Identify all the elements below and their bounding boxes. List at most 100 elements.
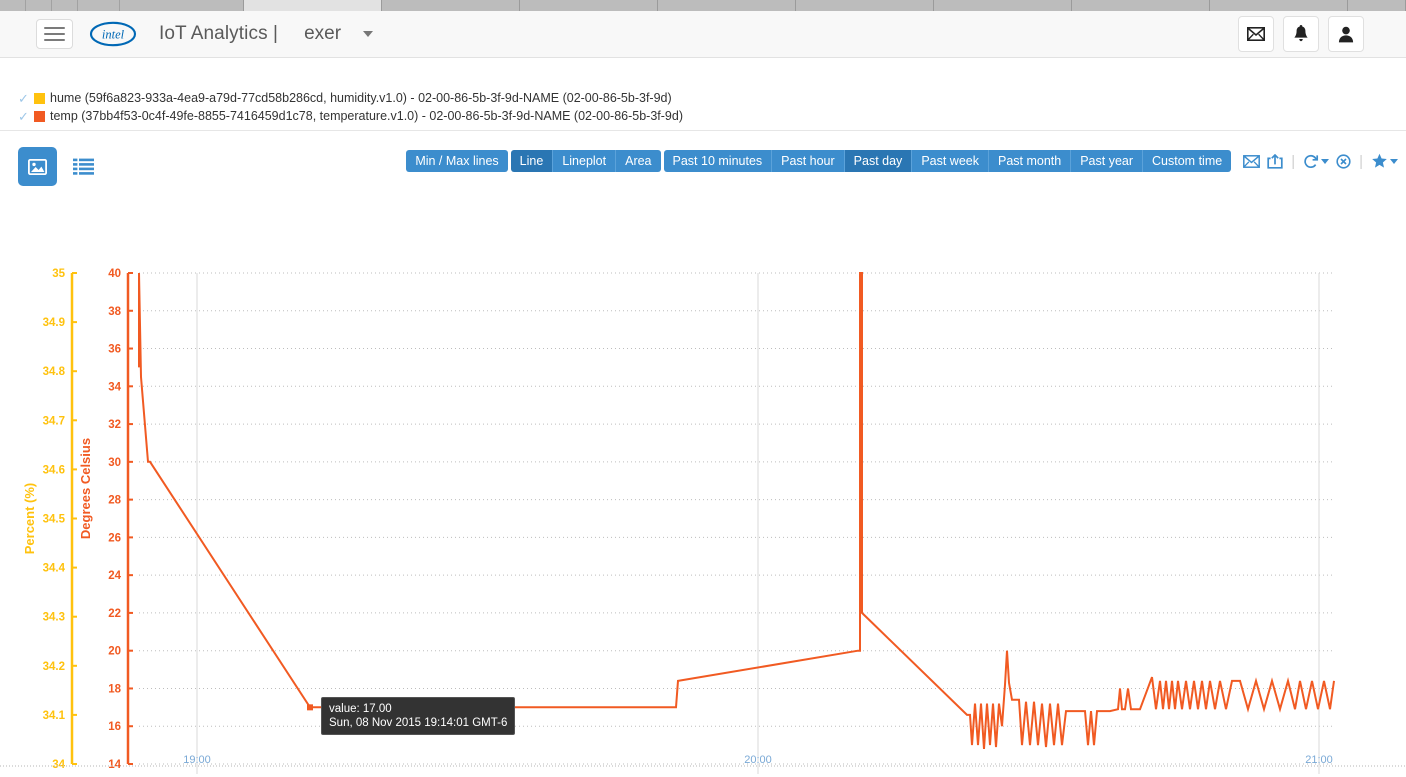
time-range-past-week[interactable]: Past week: [912, 150, 989, 172]
humidity-tick-label: 34.4: [43, 563, 66, 575]
hamburger-bar: [44, 27, 65, 29]
temperature-tick-label: 14: [108, 759, 121, 771]
time-series-chart[interactable]: 35 34.9 34.8 34.7 34.6 34.5 34.4 34.3 34.2 34.1 34…: [0, 201, 1406, 777]
temperature-series-line[interactable]: [138, 272, 1335, 749]
plot-type-line[interactable]: Line: [510, 150, 554, 172]
temperature-tick-label: 40: [108, 268, 121, 280]
temperature-tick-label: 20: [108, 646, 121, 658]
view-mode-group: [18, 147, 99, 186]
humidity-tick-label: 34.3: [43, 612, 65, 624]
time-range-custom-time[interactable]: Custom time: [1143, 150, 1232, 172]
time-range-past-year[interactable]: Past year: [1071, 150, 1144, 172]
temperature-tick-label: 38: [108, 306, 121, 318]
browser-tab[interactable]: [796, 0, 934, 11]
chart-toolbar: Min / Max lines Line Lineplot Area Past 10…: [0, 131, 1406, 201]
time-range-past-hour[interactable]: Past hour: [772, 150, 845, 172]
legend-series-row[interactable]: ✓ temp (37bb4f53-0c4f-49fe-8855-7416459d1…: [18, 107, 1406, 125]
x-axis-tick-label: 21:00: [1305, 754, 1333, 766]
toolbar-divider: |: [1359, 152, 1363, 170]
chart-container[interactable]: 35 34.9 34.8 34.7 34.6 34.5 34.4 34.3 34.2 34.1 34…: [0, 201, 1406, 777]
humidity-tick-label: 34.6: [43, 464, 65, 476]
browser-tab[interactable]: [1072, 0, 1210, 11]
tooltip-time: Sun, 08 Nov 2015 19:14:01 GMT-6: [329, 717, 508, 729]
temperature-tick-label: 36: [108, 344, 121, 356]
browser-tab-strip: [0, 0, 1406, 11]
stop-refresh-icon[interactable]: [1336, 153, 1351, 169]
x-axis-tick-label: 20:00: [744, 754, 772, 766]
humidity-tick-label: 34.1: [43, 710, 66, 722]
notifications-icon[interactable]: [1283, 16, 1319, 52]
user-account-icon[interactable]: [1328, 16, 1364, 52]
project-dropdown-caret-icon[interactable]: [363, 31, 374, 37]
favorites-icon[interactable]: [1371, 153, 1398, 169]
time-range-group: Past 10 minutes Past hour Past day Past wee…: [663, 150, 1232, 172]
chart-tooltip: value: 17.00 Sun, 08 Nov 2015 19:14:01 G…: [321, 697, 515, 735]
option-min-max-lines[interactable]: Min / Max lines: [406, 150, 508, 172]
intel-logo-icon[interactable]: intel: [89, 20, 137, 48]
browser-tab[interactable]: [1210, 0, 1348, 11]
browser-tab[interactable]: [78, 0, 120, 11]
messages-icon[interactable]: [1238, 16, 1274, 52]
series-color-swatch: [34, 92, 45, 104]
browser-tab[interactable]: [382, 0, 520, 11]
chevron-down-icon: [1390, 158, 1398, 164]
navbar-left: intel IoT Analytics | exer: [0, 19, 374, 49]
browser-tab[interactable]: [934, 0, 1072, 11]
menu-toggle-button[interactable]: [36, 19, 73, 49]
time-range-past-day[interactable]: Past day: [844, 150, 913, 172]
browser-tab[interactable]: [26, 0, 52, 11]
time-range-past-10-minutes[interactable]: Past 10 minutes: [663, 150, 773, 172]
browser-tab[interactable]: [658, 0, 796, 11]
browser-tab[interactable]: [1348, 0, 1406, 11]
refresh-interval-icon[interactable]: [1303, 154, 1330, 169]
hamburger-bar: [44, 39, 65, 41]
series-checkbox-icon[interactable]: ✓: [18, 92, 31, 105]
chevron-down-icon: [1321, 158, 1330, 164]
browser-tab[interactable]: [0, 0, 26, 11]
temperature-tick-label: 26: [108, 532, 121, 544]
table-view-button[interactable]: [67, 147, 99, 186]
series-checkbox-icon[interactable]: ✓: [18, 110, 31, 123]
chart-view-button[interactable]: [18, 147, 57, 186]
humidity-tick-label: 34.5: [43, 514, 66, 526]
browser-tab[interactable]: [120, 0, 244, 11]
humidity-tick-label: 35: [52, 268, 65, 280]
project-name: exer: [304, 23, 342, 44]
top-navbar: intel IoT Analytics | exer: [0, 11, 1406, 58]
email-chart-icon[interactable]: [1243, 154, 1261, 168]
export-chart-icon[interactable]: [1267, 153, 1283, 169]
temperature-tick-label: 34: [108, 381, 121, 393]
series-label: hume (59f6a823-933a-4ea9-a79d-77cd58b286…: [50, 91, 672, 105]
temperature-tick-label: 30: [108, 457, 121, 469]
temperature-axis-title: Degrees Celsius: [78, 438, 93, 539]
chart-options-group: Min / Max lines Line Lineplot Area Past 10…: [406, 150, 1398, 172]
svg-text:intel: intel: [102, 28, 125, 42]
humidity-tick-label: 34.9: [43, 317, 65, 329]
humidity-tick-label: 34.7: [43, 415, 65, 427]
humidity-tick-label: 34.2: [43, 661, 65, 673]
series-label: temp (37bb4f53-0c4f-49fe-8855-7416459d1c…: [50, 109, 683, 123]
app-root: intel IoT Analytics | exer ✓ hume (59f6a…: [0, 0, 1406, 777]
browser-tab[interactable]: [52, 0, 78, 11]
temperature-tick-label: 24: [108, 570, 121, 582]
legend-series-row[interactable]: ✓ hume (59f6a823-933a-4ea9-a79d-77cd58b28…: [18, 89, 1406, 107]
browser-tab[interactable]: [520, 0, 658, 11]
x-axis-tick-label: 19:00: [183, 754, 211, 766]
plot-type-lineplot[interactable]: Lineplot: [553, 150, 617, 172]
browser-tab[interactable]: [244, 0, 382, 11]
minmax-group: Min / Max lines: [406, 150, 508, 172]
humidity-tick-label: 34: [52, 759, 65, 771]
navbar-right: [1238, 16, 1406, 52]
temperature-tick-label: 28: [108, 495, 121, 507]
plot-type-area[interactable]: Area: [616, 150, 661, 172]
brand-title: IoT Analytics |: [159, 23, 279, 44]
series-legend: ✓ hume (59f6a823-933a-4ea9-a79d-77cd58b28…: [0, 66, 1406, 131]
temperature-tick-label: 32: [108, 419, 121, 431]
temperature-tick-label: 16: [108, 721, 121, 733]
humidity-axis-title: Percent (%): [22, 483, 37, 555]
time-range-past-month[interactable]: Past month: [988, 150, 1072, 172]
chart-action-icons: | |: [1243, 153, 1398, 170]
tooltip-anchor-marker: [307, 704, 313, 711]
tooltip-value: value: 17.00: [329, 703, 392, 715]
temperature-tick-label: 18: [108, 683, 121, 695]
